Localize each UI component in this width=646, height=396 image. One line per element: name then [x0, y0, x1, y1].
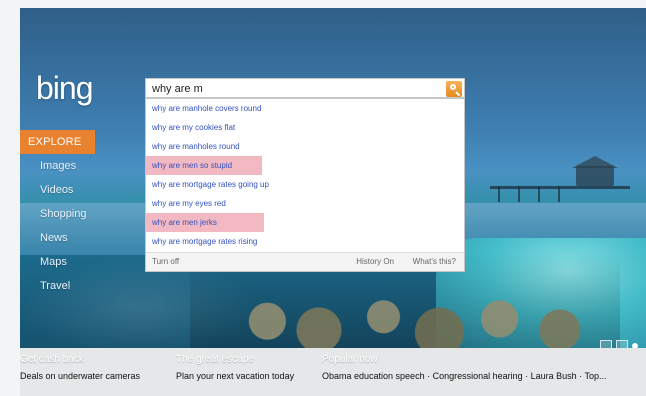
- suggestion-dropdown: why are manhole covers round why are my …: [145, 98, 465, 272]
- turn-off-link[interactable]: Turn off: [152, 257, 179, 266]
- square-icon[interactable]: [616, 340, 628, 348]
- suggestion-item[interactable]: why are manholes round: [146, 137, 464, 156]
- page: bing EXPLORE Images Videos Shopping News…: [0, 0, 646, 396]
- search-button[interactable]: [446, 81, 462, 97]
- pier-post: [538, 186, 540, 202]
- bing-logo[interactable]: bing: [36, 70, 93, 107]
- nav-shopping[interactable]: Shopping: [20, 202, 95, 226]
- square-icon[interactable]: [600, 340, 612, 348]
- suggestion-item-highlighted[interactable]: why are men so stupid: [146, 156, 262, 175]
- bottom-text-3[interactable]: Obama education speech · Congressional h…: [322, 371, 646, 381]
- magnifier-icon: [450, 84, 456, 90]
- bottom-head-1[interactable]: Get cash back: [20, 354, 175, 365]
- bottom-popular: Popular now Obama education speech · Con…: [322, 354, 646, 381]
- carousel-controls: [600, 340, 638, 348]
- bottom-text-2[interactable]: Plan your next vacation today: [176, 371, 321, 381]
- pier: [490, 156, 630, 204]
- pier-post: [558, 186, 560, 202]
- bottom-head-3[interactable]: Popular now: [322, 354, 646, 365]
- nav-maps[interactable]: Maps: [20, 250, 95, 274]
- magnifier-handle: [455, 91, 461, 97]
- left-nav: EXPLORE Images Videos Shopping News Maps…: [20, 130, 95, 298]
- pier-post: [498, 186, 500, 202]
- bottom-head-2[interactable]: The great escape: [176, 354, 321, 365]
- search-input[interactable]: [150, 80, 444, 98]
- bottom-promo-cashback: Get cash back Deals on underwater camera…: [20, 354, 175, 381]
- suggestion-item[interactable]: why are mortgage rates going up: [146, 175, 464, 194]
- bottom-bar: Get cash back Deals on underwater camera…: [20, 348, 646, 396]
- pier-deck: [490, 186, 630, 189]
- nav-travel[interactable]: Travel: [20, 274, 95, 298]
- nav-videos[interactable]: Videos: [20, 178, 95, 202]
- history-toggle[interactable]: History On: [356, 257, 394, 266]
- nav-news[interactable]: News: [20, 226, 95, 250]
- bottom-promo-escape: The great escape Plan your next vacation…: [176, 354, 321, 381]
- suggestion-item[interactable]: why are mortgage rates rising: [146, 232, 464, 251]
- nav-explore[interactable]: EXPLORE: [20, 130, 95, 154]
- suggestion-item[interactable]: why are manhole covers round: [146, 99, 464, 118]
- suggestion-item[interactable]: why are my cookies flat: [146, 118, 464, 137]
- nav-images[interactable]: Images: [20, 154, 95, 178]
- pier-post: [518, 186, 520, 202]
- whats-this-link[interactable]: What's this?: [413, 257, 456, 266]
- suggestion-item[interactable]: why are my eyes red: [146, 194, 464, 213]
- hut: [576, 166, 614, 186]
- suggestion-footer: Turn off History On What's this?: [146, 252, 464, 271]
- search-box: [145, 78, 465, 98]
- suggestion-item-highlighted[interactable]: why are men jerks: [146, 213, 264, 232]
- bottom-text-1[interactable]: Deals on underwater cameras: [20, 371, 175, 381]
